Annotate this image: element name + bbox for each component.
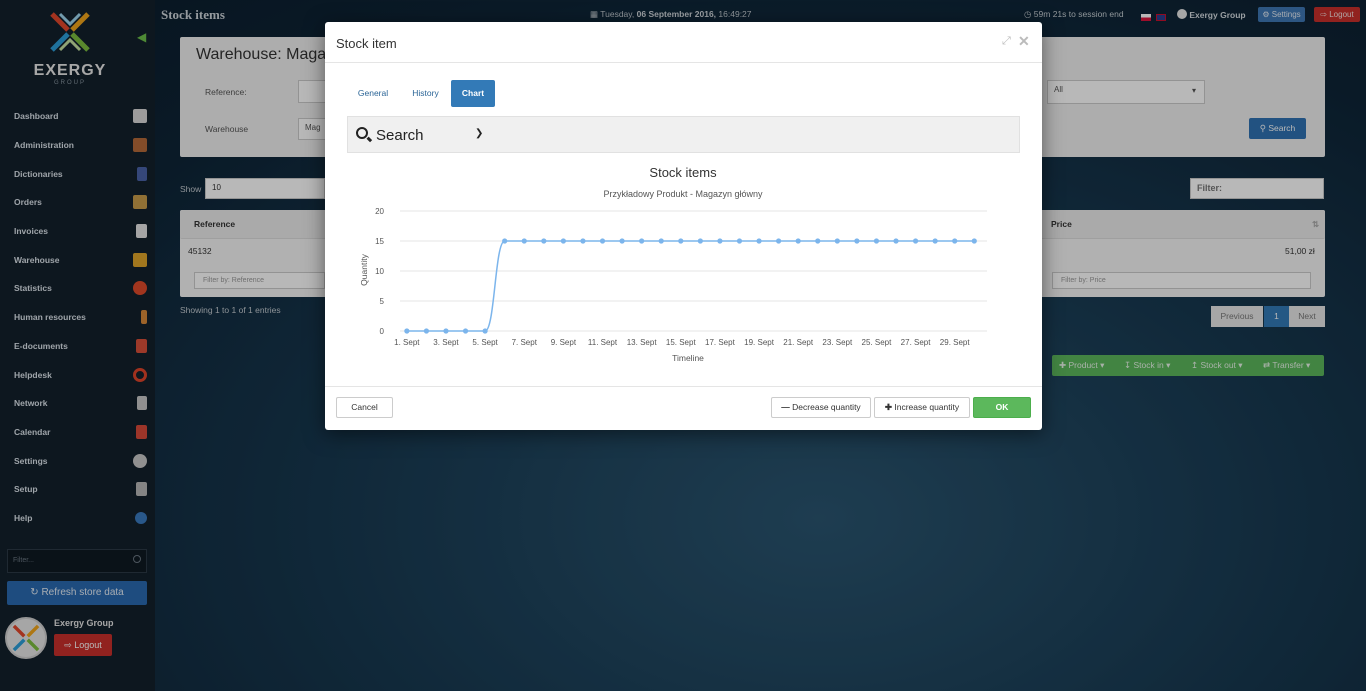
chart-search-label: Search <box>376 127 424 144</box>
x-tick-label: 27. Sept <box>901 338 932 347</box>
increase-label: Increase quantity <box>894 402 960 412</box>
data-point[interactable] <box>678 238 684 244</box>
chart-y-axis: 0 5 10 15 20 <box>375 207 384 336</box>
modal-header: Stock item ⤢ ✕ <box>325 22 1042 63</box>
tab-chart[interactable]: Chart <box>451 80 495 107</box>
y-tick-label: 5 <box>380 297 385 306</box>
data-point[interactable] <box>599 238 606 244</box>
data-point[interactable] <box>482 328 488 334</box>
search-icon <box>356 127 368 139</box>
close-icon[interactable]: ✕ <box>1018 33 1030 50</box>
data-point[interactable] <box>971 238 977 244</box>
data-point[interactable] <box>893 238 899 244</box>
chart-title: Stock items <box>649 165 717 180</box>
data-point[interactable] <box>952 238 958 244</box>
x-tick-label: 25. Sept <box>862 338 893 347</box>
data-point[interactable] <box>658 238 664 244</box>
data-point[interactable] <box>639 238 645 244</box>
ok-button[interactable]: OK <box>973 397 1031 418</box>
y-tick-label: 0 <box>380 327 385 336</box>
data-point[interactable] <box>854 238 860 244</box>
x-tick-label: 1. Sept <box>394 338 420 347</box>
increase-quantity-button[interactable]: ✚ Increase quantity <box>874 397 970 418</box>
x-tick-label: 19. Sept <box>744 338 775 347</box>
y-tick-label: 20 <box>375 207 384 216</box>
data-point[interactable] <box>502 238 508 244</box>
x-tick-label: 13. Sept <box>627 338 658 347</box>
plus-icon: ✚ <box>884 402 892 412</box>
stock-chart: Stock items Przykładowy Produkt - Magazy… <box>359 165 987 363</box>
y-tick-label: 15 <box>375 237 384 246</box>
x-tick-label: 3. Sept <box>433 338 459 347</box>
x-tick-label: 9. Sept <box>551 338 577 347</box>
data-point[interactable] <box>912 238 919 244</box>
data-point[interactable] <box>776 238 782 244</box>
chart-x-label: Timeline <box>672 353 704 363</box>
x-tick-label: 15. Sept <box>666 338 697 347</box>
chart-grid <box>400 210 987 332</box>
data-point[interactable] <box>462 328 469 334</box>
decrease-label: Decrease quantity <box>792 402 861 412</box>
stock-item-modal: Stock item ⤢ ✕ General History Chart Sea… <box>325 22 1042 430</box>
minus-icon: — <box>781 402 790 412</box>
data-point[interactable] <box>423 328 430 334</box>
y-tick-label: 10 <box>375 267 384 276</box>
x-tick-label: 21. Sept <box>783 338 814 347</box>
data-point[interactable] <box>697 238 703 244</box>
chart-x-axis: 1. Sept 3. Sept 5. Sept 7. Sept 9. Sept 11. S… <box>394 338 970 347</box>
tab-history[interactable]: History <box>403 80 448 107</box>
x-tick-label: 5. Sept <box>472 338 498 347</box>
x-tick-label: 29. Sept <box>940 338 971 347</box>
data-point[interactable] <box>932 238 938 244</box>
data-point[interactable] <box>521 238 527 244</box>
modal-title: Stock item <box>336 36 397 51</box>
chevron-down-icon: ❯ <box>475 128 484 139</box>
cancel-button[interactable]: Cancel <box>336 397 393 418</box>
data-point[interactable] <box>795 238 801 244</box>
series-line <box>406 240 975 332</box>
data-point[interactable] <box>873 238 880 244</box>
data-point[interactable] <box>443 328 449 334</box>
data-point[interactable] <box>580 238 586 244</box>
x-tick-label: 23. Sept <box>822 338 853 347</box>
data-point[interactable] <box>404 328 410 334</box>
data-point[interactable] <box>541 238 547 244</box>
x-tick-label: 11. Sept <box>588 338 618 347</box>
data-point[interactable] <box>619 238 625 244</box>
x-tick-label: 17. Sept <box>705 338 736 347</box>
data-point[interactable] <box>560 238 566 244</box>
chart-subtitle: Przykładowy Produkt - Magazyn główny <box>603 189 763 199</box>
data-point[interactable] <box>834 238 840 244</box>
chart-y-label: Quantity <box>359 253 369 285</box>
data-point[interactable] <box>756 238 762 244</box>
tab-general[interactable]: General <box>347 80 399 107</box>
expand-icon[interactable]: ⤢ <box>1002 35 1011 48</box>
chart-search-select[interactable]: Search ❯ <box>347 116 1020 153</box>
data-point[interactable] <box>717 238 723 244</box>
data-point[interactable] <box>736 238 743 244</box>
modal-footer: Cancel — Decrease quantity ✚ Increase qu… <box>325 386 1042 430</box>
x-tick-label: 7. Sept <box>512 338 538 347</box>
data-point[interactable] <box>815 238 821 244</box>
decrease-quantity-button[interactable]: — Decrease quantity <box>771 397 871 418</box>
